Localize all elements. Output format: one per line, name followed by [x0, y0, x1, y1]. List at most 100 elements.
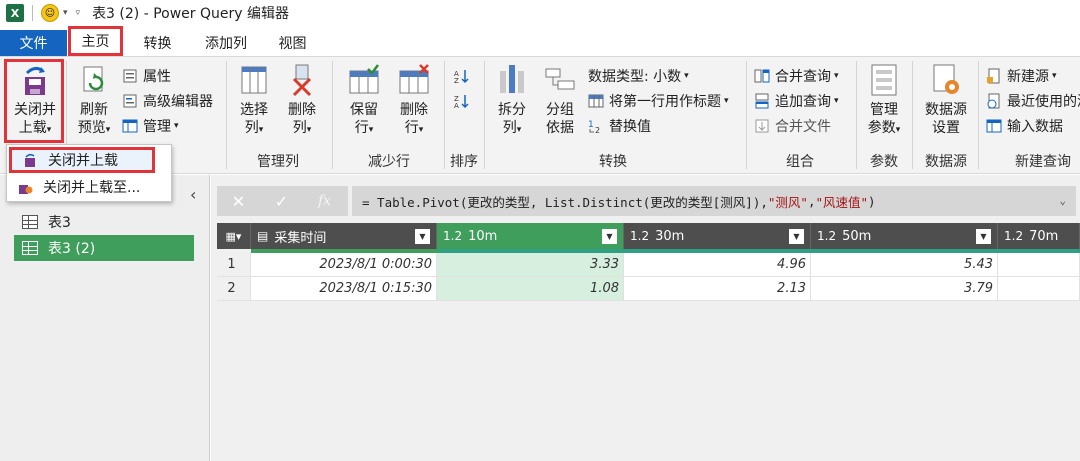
sort-ascending-button[interactable]: AZ: [454, 65, 475, 87]
main-area: ✕ ✓ fx = Table.Pivot(更改的类型, List.Distinc…: [211, 175, 1080, 461]
sort-ascending-icon: AZ: [454, 70, 469, 84]
table-cell[interactable]: 2023/8/1 0:15:30: [251, 277, 437, 301]
advanced-editor-button[interactable]: 高级编辑器: [122, 90, 213, 112]
formula-separator: ,: [807, 193, 816, 209]
svg-text:1: 1: [588, 120, 594, 130]
menu-item-close-and-load-to[interactable]: 关闭并上载至...: [7, 174, 171, 200]
formula-string-arg: "风速值": [815, 194, 869, 210]
group-by-icon: [544, 63, 576, 97]
quick-access-dropdown-icon[interactable]: ▾: [63, 8, 68, 18]
menu-item-close-and-load[interactable]: 关闭并上载: [9, 147, 155, 173]
enter-data-button[interactable]: 输入数据: [986, 115, 1063, 137]
separator: [444, 61, 445, 169]
manage-params-label-1: 管理: [870, 102, 898, 118]
column-filter-icon[interactable]: ▼: [789, 229, 804, 244]
choose-columns-label-1: 选择: [240, 102, 268, 118]
refresh-preview-button[interactable]: 刷新 预览▾: [72, 63, 116, 139]
remove-rows-icon: [398, 63, 430, 97]
fx-icon[interactable]: fx: [303, 193, 346, 209]
split-column-label-2: 列▾: [502, 120, 522, 136]
choose-columns-button[interactable]: 选择 列▾: [234, 63, 274, 139]
group-label-data-source: 数据源: [925, 154, 967, 170]
remove-columns-button[interactable]: 删除 列▾: [282, 63, 322, 139]
manage-button[interactable]: 管理 ▾: [122, 115, 179, 137]
keep-rows-button[interactable]: 保留 行▾: [342, 63, 386, 139]
combine-files-icon: [755, 119, 769, 133]
refresh-label-1: 刷新: [80, 102, 108, 118]
sort-descending-button[interactable]: ZA: [454, 90, 475, 112]
group-by-label-2: 依据: [546, 120, 574, 136]
recent-sources-button[interactable]: 最近使用的源: [986, 90, 1080, 112]
new-source-button[interactable]: 新建源 ▾: [986, 65, 1057, 87]
split-column-label-1: 拆分: [498, 102, 526, 118]
remove-columns-icon: [286, 63, 318, 97]
separator: [484, 61, 485, 169]
keep-rows-icon: [348, 63, 380, 97]
table-cell[interactable]: 2023/8/1 0:00:30: [251, 253, 437, 277]
tab-file[interactable]: 文件: [0, 30, 67, 56]
remove-columns-label-1: 删除: [288, 102, 316, 118]
tab-view[interactable]: 视图: [270, 30, 315, 56]
table-cell[interactable]: [998, 277, 1080, 301]
data-source-settings-button[interactable]: 数据源 设置: [918, 63, 974, 137]
confirm-formula-icon[interactable]: ✓: [260, 192, 303, 211]
table-menu-icon: ▦▾: [225, 229, 242, 243]
column-header-50m[interactable]: 1.2 50m ▼: [811, 223, 998, 249]
data-source-label-2: 设置: [932, 120, 960, 136]
tab-home[interactable]: 主页: [68, 26, 123, 56]
remove-rows-label-2: 行▾: [404, 120, 424, 136]
group-label-sort: 排序: [450, 154, 478, 170]
column-filter-icon[interactable]: ▼: [415, 229, 430, 244]
separator: [226, 61, 227, 169]
table-row: 1 2023/8/1 0:00:30 3.33 4.96 5.43: [217, 253, 1080, 277]
formula-suffix: ): [868, 193, 876, 209]
column-header-30m[interactable]: 1.2 30m ▼: [624, 223, 811, 249]
column-header-time[interactable]: ▤ 采集时间 ▼: [251, 223, 437, 249]
group-label-manage-columns: 管理列: [257, 154, 299, 170]
combine-files-button[interactable]: 合并文件: [754, 115, 831, 137]
close-load-to-icon: [19, 185, 33, 194]
column-header-70m[interactable]: 1.2 70m: [998, 223, 1080, 249]
merge-queries-button[interactable]: 合并查询 ▾: [754, 65, 839, 87]
queries-panel: ‹ 表3 表3 (2): [0, 175, 210, 461]
remove-rows-button[interactable]: 删除 行▾: [392, 63, 436, 139]
data-source-settings-icon: [930, 63, 962, 97]
table-cell[interactable]: 4.96: [624, 253, 811, 277]
column-header-10m[interactable]: 1.2 10m ▼: [437, 223, 624, 249]
formula-bar[interactable]: = Table.Pivot(更改的类型, List.Distinct(更改的类型…: [352, 186, 1076, 216]
query-item-table3-2[interactable]: 表3 (2): [14, 235, 194, 261]
customize-toolbar-icon[interactable]: ▿: [76, 8, 81, 18]
table-menu-corner[interactable]: ▦▾: [217, 223, 251, 249]
append-queries-button[interactable]: 追加查询 ▾: [754, 90, 839, 112]
column-filter-icon[interactable]: ▼: [602, 229, 617, 244]
svg-text:2: 2: [595, 126, 600, 134]
group-label-transform: 转换: [599, 154, 627, 170]
table-cell[interactable]: 3.79: [811, 277, 998, 301]
table-cell[interactable]: [998, 253, 1080, 277]
cancel-formula-icon[interactable]: ✕: [217, 192, 260, 211]
group-label-parameters: 参数: [870, 154, 898, 170]
separator: [912, 61, 913, 169]
expand-formula-icon[interactable]: ⌄: [1059, 194, 1066, 207]
manage-parameters-icon: [868, 63, 900, 97]
tab-add-column[interactable]: 添加列: [196, 30, 256, 56]
data-type-dropdown[interactable]: 数据类型: 小数 ▾: [588, 65, 689, 87]
properties-button[interactable]: 属性: [122, 65, 171, 87]
split-column-button[interactable]: 拆分 列▾: [492, 63, 532, 139]
group-by-button[interactable]: 分组 依据: [540, 63, 580, 137]
table-cell[interactable]: 2.13: [624, 277, 811, 301]
collapse-panel-icon[interactable]: ‹: [190, 185, 196, 204]
table-cell[interactable]: 5.43: [811, 253, 998, 277]
close-load-small-icon: [25, 153, 35, 167]
table-cell[interactable]: 3.33: [437, 253, 624, 277]
use-first-row-as-headers-button[interactable]: 将第一行用作标题 ▾: [588, 90, 729, 112]
tab-transform[interactable]: 转换: [135, 30, 180, 56]
replace-values-button[interactable]: 12 替换值: [588, 115, 651, 137]
column-filter-icon[interactable]: ▼: [976, 229, 991, 244]
choose-columns-icon: [238, 63, 270, 97]
query-item-table3[interactable]: 表3: [14, 209, 194, 235]
feedback-smiley-icon[interactable]: ☺: [41, 4, 59, 22]
manage-parameters-button[interactable]: 管理 参数▾: [862, 63, 906, 139]
refresh-label-2: 预览▾: [77, 120, 111, 136]
table-cell[interactable]: 1.08: [437, 277, 624, 301]
